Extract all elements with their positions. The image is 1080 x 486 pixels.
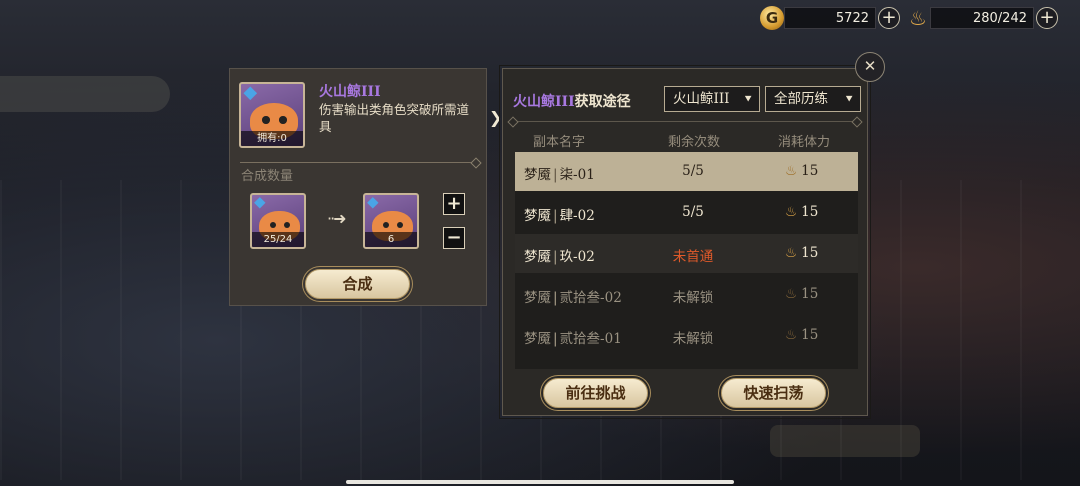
table-row[interactable]: 梦魇 | 玖-02 未首通 ♨ 15 <box>515 234 858 273</box>
acquire-title-item: 火山鲸III <box>513 94 575 110</box>
stage-name: 贰拾叁-02 <box>559 290 622 306</box>
stamina-icon: ♨ <box>785 163 798 179</box>
remaining-count: 未首通 <box>672 249 714 265</box>
table-row[interactable]: 梦魇 | 贰拾叁-02 未解锁 ♨ 15 <box>515 275 858 314</box>
item-name: 火山鲸III <box>319 84 381 100</box>
stamina-icon: ♨ <box>785 245 798 261</box>
stamina-icon: ♨ <box>785 204 798 220</box>
rarity-tag-icon <box>254 197 266 209</box>
add-gold-button[interactable]: + <box>878 7 900 29</box>
item-filter-value: 火山鲸III <box>673 91 730 107</box>
add-stamina-button[interactable]: + <box>1036 7 1058 29</box>
source-count: 25/24 <box>252 232 304 247</box>
table-row[interactable]: 梦魇 | 柒-01 5/5 ♨ 15 <box>515 152 858 191</box>
gold-currency: G 5722 + <box>760 6 900 30</box>
stage-name: 肆-02 <box>559 208 595 224</box>
stamina-icon: ♨ <box>909 6 927 30</box>
stage-name: 贰拾叁-01 <box>559 331 622 347</box>
acquire-title-text: 获取途径 <box>574 94 631 110</box>
table-row[interactable]: 梦魇 | 肆-02 5/5 ♨ 15 <box>515 193 858 232</box>
gold-amount: 5722 <box>784 7 876 29</box>
quantity-label: 合成数量 <box>241 169 294 184</box>
acquire-panel: 火山鲸III获取途径 火山鲸III ⯆ 全部历练 ⯆ 副本名字 剩余次数 消耗体… <box>499 65 871 419</box>
mode-filter-value: 全部历练 <box>774 91 828 107</box>
stamina-currency: ♨ 280/242 + <box>906 6 1058 30</box>
stage-name: 玖-02 <box>559 249 595 265</box>
target-count: 6 <box>365 232 417 247</box>
quick-sweep-button[interactable]: 快速扫荡 <box>721 378 826 408</box>
go-challenge-button[interactable]: 前往挑战 <box>543 378 648 408</box>
rarity-tag-icon <box>367 197 379 209</box>
header-stage-name: 副本名字 <box>533 135 586 150</box>
close-icon: ✕ <box>863 57 877 75</box>
target-item-icon[interactable]: 6 <box>363 193 419 249</box>
source-material-icon[interactable]: 25/24 <box>250 193 306 249</box>
stamina-cost: 15 <box>801 163 819 179</box>
header-stamina-cost: 消耗体力 <box>778 135 831 150</box>
owned-count: 拥有:0 <box>241 131 303 146</box>
background-menu-bar <box>0 76 170 112</box>
item-icon[interactable]: 拥有:0 <box>239 82 305 148</box>
item-filter-dropdown[interactable]: 火山鲸III ⯆ <box>664 86 760 112</box>
home-indicator[interactable] <box>346 480 734 484</box>
divider <box>513 121 857 122</box>
craft-button[interactable]: 合成 <box>305 269 410 299</box>
acquire-title: 火山鲸III获取途径 <box>513 91 631 111</box>
stamina-cost: 15 <box>801 286 819 302</box>
remaining-count: 未解锁 <box>672 331 714 347</box>
close-button[interactable]: ✕ <box>855 52 885 82</box>
divider <box>240 162 476 163</box>
remaining-count: 5/5 <box>682 204 704 220</box>
stamina-cost: 15 <box>801 245 819 261</box>
table-row[interactable]: 梦魇 | 贰拾叁-01 未解锁 ♨ 15 <box>515 316 858 355</box>
chevron-down-icon: ⯆ <box>743 92 753 106</box>
gold-coin-icon: G <box>760 6 784 30</box>
synthesis-panel: 拥有:0 火山鲸III 伤害输出类角色突破所需道具 合成数量 25/24 ··➜… <box>229 68 487 306</box>
mode-filter-dropdown[interactable]: 全部历练 ⯆ <box>765 86 861 112</box>
rarity-tag-icon <box>243 86 258 101</box>
stage-name: 柒-01 <box>559 167 595 183</box>
stamina-cost: 15 <box>801 327 819 343</box>
stamina-cost: 15 <box>801 204 819 220</box>
stamina-amount: 280/242 <box>930 7 1034 29</box>
increase-quantity-button[interactable]: + <box>443 193 465 215</box>
arrow-right-icon: ··➜ <box>327 209 347 228</box>
remaining-count: 未解锁 <box>672 290 714 306</box>
stage-table: 梦魇 | 柒-01 5/5 ♨ 15 梦魇 | 肆-02 5/5 ♨ 15 梦魇 | 玖-02 … <box>515 152 858 369</box>
stamina-icon: ♨ <box>785 327 798 343</box>
chevron-right-icon: ❯ <box>489 108 503 127</box>
chevron-down-icon: ⯆ <box>844 92 854 106</box>
stamina-icon: ♨ <box>785 286 798 302</box>
decrease-quantity-button[interactable]: − <box>443 227 465 249</box>
remaining-count: 5/5 <box>682 163 704 179</box>
item-description: 伤害输出类角色突破所需道具 <box>319 102 470 134</box>
header-remaining: 剩余次数 <box>668 135 721 150</box>
